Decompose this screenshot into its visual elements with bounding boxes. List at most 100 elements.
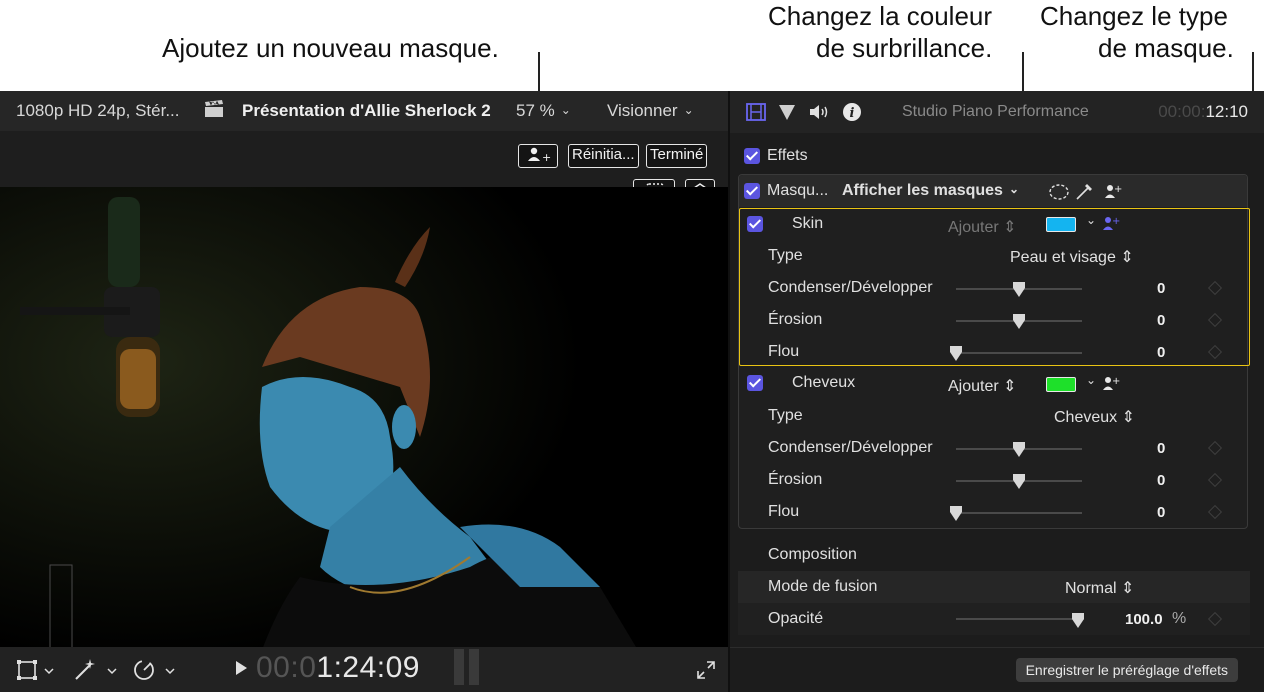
param-slider-thumb[interactable] bbox=[950, 506, 962, 521]
info-icon[interactable]: i bbox=[842, 102, 862, 122]
skin-add-menu[interactable]: Ajouter ⇕ bbox=[948, 217, 1017, 237]
speed-icon[interactable] bbox=[132, 657, 182, 683]
opacity-slider-thumb[interactable] bbox=[1072, 613, 1084, 628]
timecode-value: 12:10 bbox=[1205, 102, 1248, 121]
svg-text:+: + bbox=[1112, 216, 1120, 227]
callout-highlight-color-line2: de surbrillance. bbox=[816, 33, 993, 63]
opacity-unit: % bbox=[1172, 610, 1187, 627]
up-down-icon: ⇕ bbox=[1121, 409, 1136, 426]
clapper-icon bbox=[205, 100, 223, 117]
ellipse-mask-icon[interactable] bbox=[1048, 183, 1070, 201]
video-frame[interactable] bbox=[0, 187, 728, 687]
param-label: Condenser/Développer bbox=[768, 439, 933, 456]
callout-highlight-color-line1: Changez la couleur bbox=[768, 1, 993, 31]
mask-group-label: Masqu... bbox=[767, 182, 829, 199]
fullscreen-icon[interactable] bbox=[695, 659, 717, 681]
inspector-timecode: 00:00:12:10 bbox=[1158, 102, 1248, 122]
play-icon[interactable] bbox=[236, 661, 247, 675]
hair-type-value: Cheveux bbox=[1054, 409, 1118, 426]
param-slider-thumb[interactable] bbox=[1013, 314, 1025, 329]
project-name[interactable]: Présentation d'Allie Sherlock 2 bbox=[242, 101, 491, 121]
chevron-down-icon[interactable]: ⌄ bbox=[1086, 213, 1096, 227]
up-down-icon: ⇕ bbox=[1121, 580, 1135, 597]
magic-wand-icon[interactable] bbox=[72, 657, 122, 683]
save-effects-preset-button[interactable]: Enregistrer le préréglage d'effets bbox=[1015, 658, 1238, 682]
show-masks-label: Afficher les masques bbox=[842, 182, 1003, 199]
param-label: Flou bbox=[768, 503, 800, 520]
param-label: Érosion bbox=[768, 311, 823, 328]
callout-mask-type-line1: Changez le type bbox=[1040, 1, 1228, 31]
viewer: 1080p HD 24p, Stér... Présentation d'All… bbox=[0, 91, 728, 692]
transform-icon[interactable] bbox=[16, 657, 56, 683]
hair-add-menu[interactable]: Ajouter ⇕ bbox=[948, 376, 1017, 396]
blend-mode-menu[interactable]: Normal ⇕ bbox=[1065, 578, 1134, 598]
timecode-value: 1:24:09 bbox=[316, 651, 420, 684]
person-plus-icon: + bbox=[528, 147, 551, 164]
video-image bbox=[0, 187, 728, 687]
reset-button[interactable]: Réinitia... bbox=[568, 144, 639, 168]
skin-mask-checkbox[interactable] bbox=[747, 216, 763, 232]
view-menu[interactable]: Visionner ⌄ bbox=[607, 101, 694, 121]
param-label: Érosion bbox=[768, 471, 823, 488]
up-down-icon: ⇕ bbox=[1120, 249, 1134, 266]
audio-meter-left bbox=[454, 649, 464, 685]
up-down-icon: ⇕ bbox=[1003, 378, 1017, 395]
svg-text:+: + bbox=[1114, 184, 1122, 195]
param-label: Condenser/Développer bbox=[768, 279, 933, 296]
param-value[interactable]: 0 bbox=[1157, 312, 1165, 329]
hair-highlight-color-swatch[interactable] bbox=[1046, 377, 1076, 392]
param-slider[interactable] bbox=[956, 512, 1082, 514]
param-value[interactable]: 0 bbox=[1157, 504, 1165, 521]
done-button[interactable]: Terminé bbox=[646, 144, 708, 168]
hair-type-menu[interactable]: Cheveux ⇕ bbox=[1054, 407, 1135, 427]
skin-highlight-color-swatch[interactable] bbox=[1046, 217, 1076, 232]
hair-mask-name: Cheveux bbox=[792, 374, 856, 391]
audio-meter-right bbox=[469, 649, 479, 685]
chevron-down-icon[interactable]: ⌄ bbox=[1086, 373, 1096, 387]
inspector-header: i Studio Piano Performance 00:00:12:10 bbox=[730, 91, 1264, 133]
zoom-menu[interactable]: 57 % ⌄ bbox=[516, 101, 571, 121]
video-inspector-icon[interactable] bbox=[746, 103, 766, 121]
viewer-footer: 00:01:24:09 bbox=[0, 647, 728, 692]
param-value[interactable]: 0 bbox=[1157, 344, 1165, 361]
zoom-value: 57 % bbox=[516, 101, 555, 120]
param-slider-thumb[interactable] bbox=[950, 346, 962, 361]
color-inspector-icon[interactable] bbox=[778, 103, 796, 121]
composition-label: Composition bbox=[768, 546, 857, 563]
person-plus-icon[interactable]: + bbox=[1100, 375, 1120, 393]
chevron-down-icon: ⌄ bbox=[1008, 182, 1020, 196]
skin-mask-name: Skin bbox=[792, 215, 824, 232]
callout-mask-type-line2: de masque. bbox=[1098, 33, 1234, 63]
person-plus-icon[interactable]: + bbox=[1100, 215, 1120, 233]
param-slider-thumb[interactable] bbox=[1013, 282, 1025, 297]
timecode-dim: 00:0 bbox=[256, 651, 317, 684]
hair-mask-checkbox[interactable] bbox=[747, 375, 763, 391]
person-plus-icon[interactable]: + bbox=[1102, 183, 1122, 201]
skin-type-menu[interactable]: Peau et visage ⇕ bbox=[1010, 247, 1134, 267]
param-slider-thumb[interactable] bbox=[1013, 474, 1025, 489]
param-value[interactable]: 0 bbox=[1157, 472, 1165, 489]
viewer-timecode: 00:01:24:09 bbox=[256, 651, 420, 685]
audio-inspector-icon[interactable] bbox=[808, 103, 830, 121]
opacity-value[interactable]: 100.0 bbox=[1125, 611, 1163, 628]
show-masks-menu[interactable]: Afficher les masques ⌄ bbox=[842, 182, 1019, 200]
add-mask-button[interactable]: + bbox=[518, 144, 558, 168]
callout-add-mask: Ajoutez un nouveau masque. bbox=[162, 33, 499, 63]
param-slider[interactable] bbox=[956, 352, 1082, 354]
svg-text:+: + bbox=[1112, 376, 1120, 387]
up-down-icon: ⇕ bbox=[1003, 219, 1017, 236]
effects-checkbox[interactable] bbox=[744, 148, 760, 164]
skin-type-label: Type bbox=[768, 247, 803, 264]
param-slider-thumb[interactable] bbox=[1013, 442, 1025, 457]
param-value[interactable]: 0 bbox=[1157, 280, 1165, 297]
inspector: i Studio Piano Performance 00:00:12:10 E… bbox=[728, 91, 1264, 692]
opacity-label: Opacité bbox=[768, 610, 824, 627]
viewer-header: 1080p HD 24p, Stér... Présentation d'All… bbox=[0, 91, 728, 131]
timecode-dim: 00:00: bbox=[1158, 102, 1206, 121]
mask-group-checkbox[interactable] bbox=[744, 183, 760, 199]
opacity-slider[interactable] bbox=[956, 618, 1084, 620]
effects-label: Effets bbox=[767, 147, 808, 164]
eyedropper-icon[interactable] bbox=[1074, 181, 1096, 201]
chevron-down-icon: ⌄ bbox=[560, 103, 571, 117]
param-value[interactable]: 0 bbox=[1157, 440, 1165, 457]
